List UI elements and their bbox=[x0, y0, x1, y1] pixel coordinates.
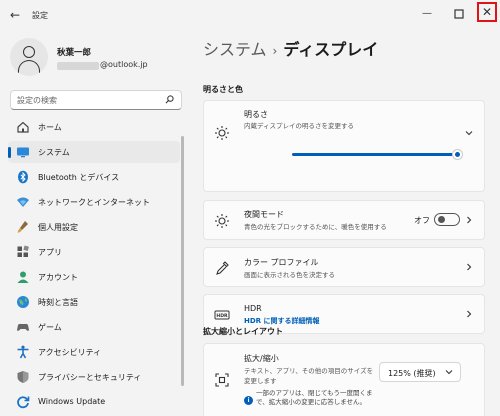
sidebar-item-gaming[interactable]: ゲーム bbox=[8, 316, 180, 338]
color-profile-title: カラー プロファイル bbox=[244, 258, 319, 267]
sidebar-item-label: ゲーム bbox=[38, 323, 62, 332]
brightness-slider-thumb[interactable] bbox=[453, 150, 462, 159]
sidebar-item-windows-update[interactable]: Windows Update bbox=[8, 391, 180, 413]
maximize-icon[interactable] bbox=[450, 5, 468, 23]
chevron-right-icon[interactable] bbox=[464, 215, 474, 225]
scale-icon bbox=[215, 373, 229, 387]
privacy-icon bbox=[17, 371, 29, 383]
sidebar-item-system[interactable]: システム bbox=[8, 141, 180, 163]
night-light-card[interactable]: 夜間モード 青色の光をブロックするために、暖色を使用する オフ bbox=[203, 200, 485, 240]
system-icon bbox=[17, 147, 29, 158]
sidebar-item-accounts[interactable]: アカウント bbox=[8, 266, 180, 288]
sidebar-item-label: プライバシーとセキュリティ bbox=[38, 373, 142, 382]
main-content: システム › ディスプレイ 明るさと色 明るさ 内蔵ディスプレイの明るさを変更する … bbox=[200, 30, 500, 416]
time-language-icon bbox=[17, 296, 29, 308]
network-icon bbox=[17, 197, 29, 207]
back-arrow-icon[interactable]: ← bbox=[8, 8, 22, 22]
night-light-subtitle: 青色の光をブロックするために、暖色を使用する bbox=[244, 223, 387, 231]
sidebar-item-label: システム bbox=[38, 148, 70, 157]
avatar bbox=[10, 38, 48, 76]
info-icon: i bbox=[244, 396, 253, 405]
email-redacted bbox=[57, 62, 99, 70]
bluetooth-icon bbox=[18, 170, 28, 184]
sidebar-item-label: ネットワークとインターネット bbox=[38, 198, 150, 207]
sidebar-scrollbar[interactable] bbox=[181, 136, 184, 386]
night-light-toggle[interactable] bbox=[434, 213, 460, 226]
sidebar-item-bluetooth[interactable]: Bluetooth とデバイス bbox=[8, 166, 180, 188]
color-profile-card[interactable]: カラー プロファイル 画面に表示される色を決定する bbox=[203, 247, 485, 287]
user-name: 秋葉一郎 bbox=[57, 48, 92, 58]
sidebar-item-label: アカウント bbox=[38, 273, 78, 282]
user-profile[interactable]: 秋葉一郎 @outlook.jp bbox=[10, 38, 190, 84]
scale-dropdown[interactable]: 125% (推奨) bbox=[379, 362, 461, 382]
sidebar-item-personalization[interactable]: 個人用設定 bbox=[8, 216, 180, 238]
sidebar-item-label: Windows Update bbox=[38, 397, 106, 406]
sidebar-item-apps[interactable]: アプリ bbox=[8, 241, 180, 263]
sidebar-item-home[interactable]: ホーム bbox=[8, 116, 180, 138]
toggle-knob bbox=[438, 216, 445, 223]
sidebar-item-label: 時刻と言語 bbox=[38, 298, 78, 307]
night-light-icon bbox=[215, 214, 229, 228]
brightness-title: 明るさ bbox=[244, 110, 268, 119]
chevron-right-icon[interactable] bbox=[464, 262, 474, 272]
scale-card: 拡大/縮小 テキスト、アプリ、その他の項目のサイズを 変更します i 一部のアプ… bbox=[203, 343, 485, 416]
scale-title: 拡大/縮小 bbox=[244, 354, 279, 363]
sidebar: 秋葉一郎 @outlook.jp 設定の検索 ホーム システム Bluetoot… bbox=[0, 30, 193, 416]
user-email: @outlook.jp bbox=[100, 60, 148, 69]
scale-subtitle-1: テキスト、アプリ、その他の項目のサイズを bbox=[244, 367, 374, 375]
windows-update-icon bbox=[17, 396, 30, 409]
scale-dropdown-value: 125% (推奨) bbox=[388, 369, 436, 378]
sidebar-item-network[interactable]: ネットワークとインターネット bbox=[8, 191, 180, 213]
title-bar: ← 設定 — ✕ bbox=[0, 0, 500, 30]
page-title: ディスプレイ bbox=[283, 40, 379, 59]
scale-info-text: 一部のアプリは、閉じてもう一度開くまで、拡大縮小の変更に応答しません。 bbox=[256, 389, 373, 406]
close-icon[interactable]: ✕ bbox=[477, 2, 497, 22]
sidebar-item-accessibility[interactable]: アクセシビリティ bbox=[8, 341, 180, 363]
hdr-title: HDR bbox=[244, 304, 262, 313]
sidebar-item-label: Bluetooth とデバイス bbox=[38, 173, 120, 182]
chevron-down-icon bbox=[445, 370, 453, 375]
sidebar-item-time-language[interactable]: 時刻と言語 bbox=[8, 291, 180, 313]
search-input[interactable]: 設定の検索 bbox=[10, 90, 182, 110]
chevron-down-icon[interactable] bbox=[464, 128, 474, 138]
hdr-icon: HDR bbox=[214, 310, 230, 320]
search-icon bbox=[165, 95, 174, 104]
brightness-card[interactable]: 明るさ 内蔵ディスプレイの明るさを変更する bbox=[203, 100, 485, 192]
svg-text:HDR: HDR bbox=[216, 313, 228, 319]
accessibility-icon bbox=[17, 345, 29, 359]
sidebar-item-label: 個人用設定 bbox=[38, 223, 78, 232]
app-title: 設定 bbox=[32, 11, 48, 20]
scale-subtitle-2: 変更します bbox=[244, 377, 277, 385]
personalization-icon bbox=[17, 221, 28, 233]
color-profile-subtitle: 画面に表示される色を決定する bbox=[244, 271, 335, 279]
accounts-icon bbox=[17, 271, 29, 283]
sidebar-item-privacy[interactable]: プライバシーとセキュリティ bbox=[8, 366, 180, 388]
eyedropper-icon bbox=[216, 261, 229, 275]
search-placeholder: 設定の検索 bbox=[17, 96, 57, 105]
brightness-icon bbox=[215, 126, 229, 140]
night-light-title: 夜間モード bbox=[244, 210, 284, 219]
hdr-info-link[interactable]: HDR に関する詳細情報 bbox=[244, 316, 320, 326]
chevron-right-icon[interactable] bbox=[464, 309, 474, 319]
brightness-subtitle: 内蔵ディスプレイの明るさを変更する bbox=[244, 122, 355, 130]
apps-icon bbox=[17, 245, 29, 257]
sidebar-item-label: アプリ bbox=[38, 248, 62, 257]
sidebar-item-label: アクセシビリティ bbox=[38, 348, 102, 357]
section-title-scale: 拡大縮小とレイアウト bbox=[203, 327, 283, 336]
minimize-icon[interactable]: — bbox=[418, 5, 436, 23]
night-light-state: オフ bbox=[414, 216, 430, 225]
home-icon bbox=[17, 121, 29, 133]
gaming-icon bbox=[17, 323, 29, 331]
sidebar-item-label: ホーム bbox=[38, 123, 62, 132]
breadcrumb-separator: › bbox=[272, 44, 278, 58]
section-title-brightness: 明るさと色 bbox=[203, 85, 243, 94]
breadcrumb: システム › ディスプレイ bbox=[203, 36, 378, 60]
breadcrumb-parent[interactable]: システム bbox=[203, 40, 267, 59]
brightness-slider-track[interactable] bbox=[292, 153, 458, 156]
